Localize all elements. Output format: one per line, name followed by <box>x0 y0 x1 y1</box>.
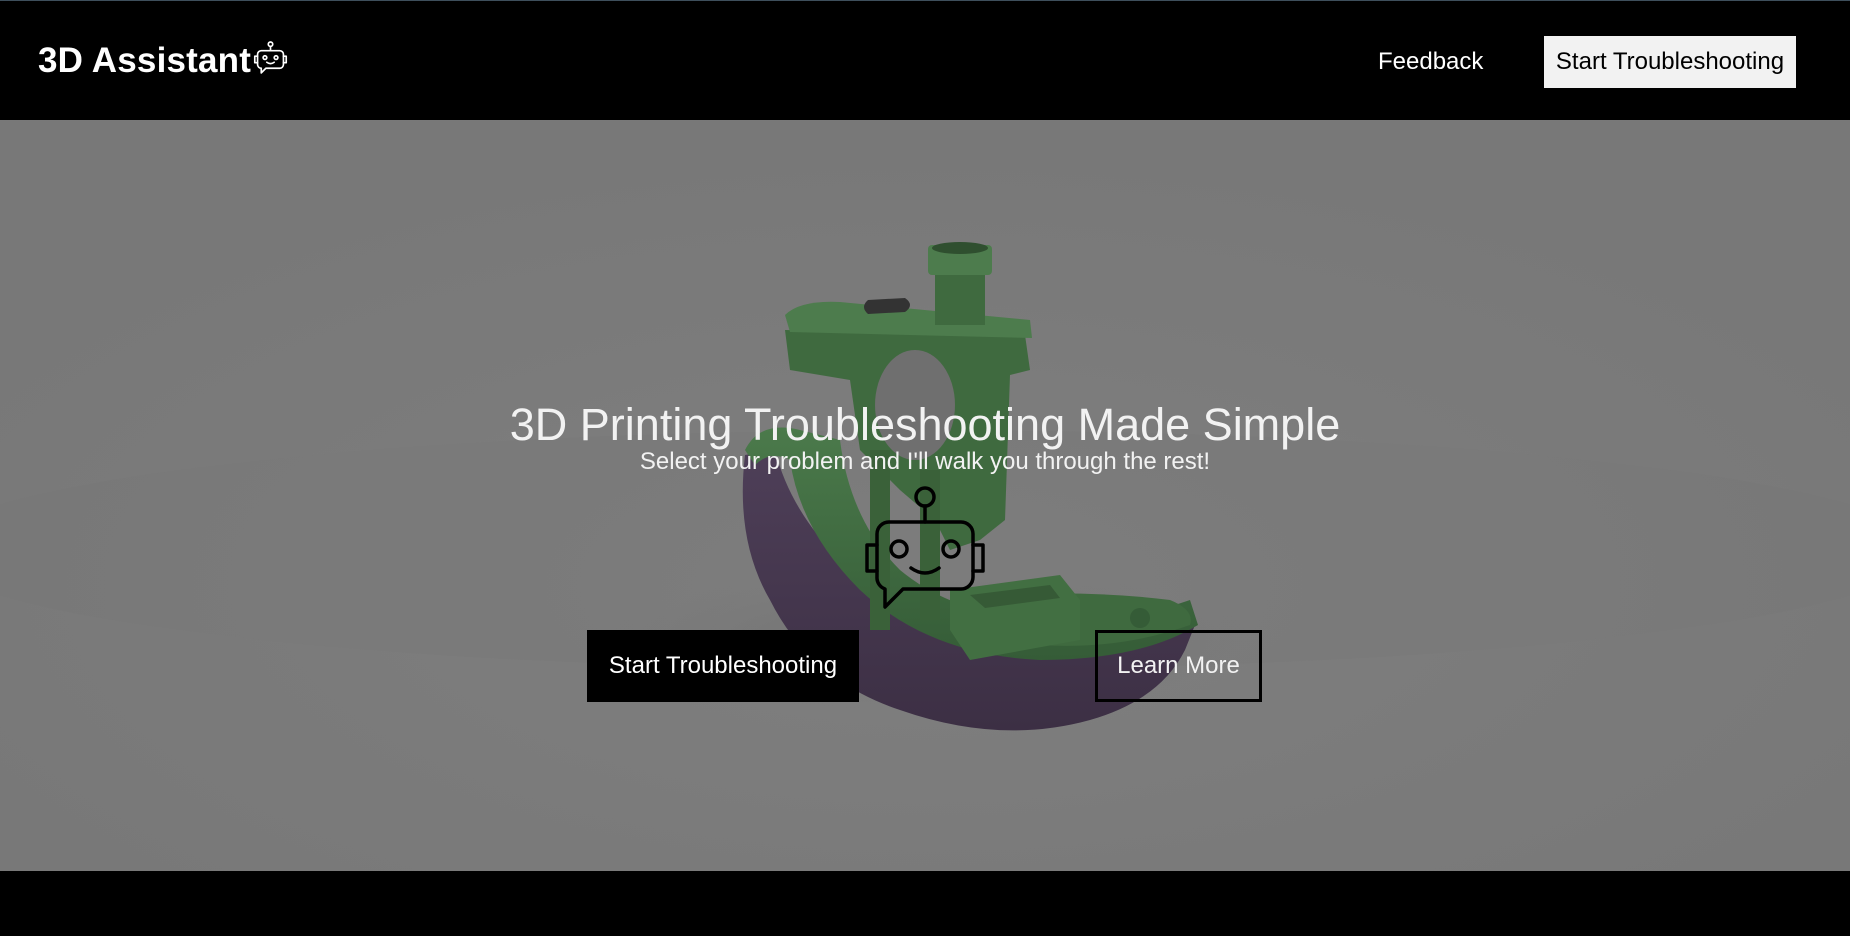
hero-learn-more-button[interactable]: Learn More <box>1095 630 1262 702</box>
hero-section: 3D Printing Troubleshooting Made Simple … <box>0 120 1850 871</box>
nav-feedback-link[interactable]: Feedback <box>1378 46 1483 78</box>
navbar: 3D Assistant Feedback Start Troubleshoot… <box>0 1 1850 120</box>
robot-chat-icon <box>865 486 985 609</box>
nav-start-troubleshooting-button[interactable]: Start Troubleshooting <box>1544 36 1796 88</box>
brand-name: 3D Assistant <box>38 41 252 80</box>
brand-logo-link[interactable]: 3D Assistant <box>38 39 289 83</box>
hero-title: 3D Printing Troubleshooting Made Simple <box>509 399 1341 450</box>
footer-strip <box>0 871 1850 936</box>
hero-subtitle: Select your problem and I'll walk you th… <box>639 448 1211 475</box>
hero-start-troubleshooting-button[interactable]: Start Troubleshooting <box>587 630 859 702</box>
page: 3D Assistant Feedback Start Troubleshoot… <box>0 0 1850 936</box>
robot-chat-icon <box>254 41 288 74</box>
